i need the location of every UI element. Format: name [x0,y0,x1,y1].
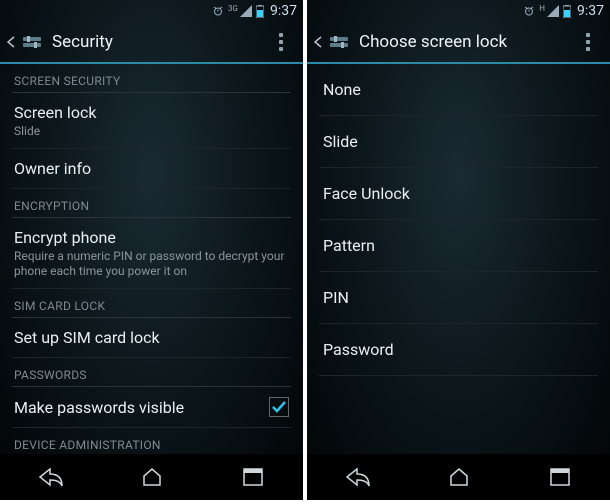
page-title: Choose screen lock [359,32,572,52]
settings-app-icon[interactable] [325,28,353,56]
lock-option-password[interactable]: Password [319,324,598,376]
item-title: Screen lock [14,103,289,122]
back-button[interactable] [328,459,388,495]
battery-icon [256,5,264,18]
signal-icon [547,5,559,17]
alarm-icon [523,5,535,17]
alarm-icon [212,5,224,17]
back-button[interactable] [21,459,81,495]
lock-option-slide[interactable]: Slide [319,116,598,168]
home-button[interactable] [122,459,182,495]
action-bar: Security [0,22,303,64]
navigation-bar [307,454,610,500]
sim-lock-item[interactable]: Set up SIM card lock [12,318,291,358]
item-title: Encrypt phone [14,228,289,247]
section-header: PASSWORDS [12,358,291,387]
status-bar: H 9:37 [307,0,610,22]
settings-app-icon[interactable] [18,28,46,56]
security-settings-screen: 3G 9:37 Security SCREEN SECURITY [0,0,303,500]
back-caret-icon[interactable] [313,37,323,47]
overflow-menu-button[interactable] [265,26,297,58]
clock: 9:37 [577,3,604,19]
section-header: SIM CARD LOCK [12,289,291,318]
clock: 9:37 [270,3,297,19]
item-title: Make passwords visible [14,398,269,417]
choose-lock-screen: H 9:37 Choose screen lock None Slide F [307,0,610,500]
back-caret-icon[interactable] [6,37,16,47]
passwords-visible-item[interactable]: Make passwords visible [12,387,291,428]
signal-icon [240,5,252,17]
passwords-visible-checkbox[interactable] [269,397,289,417]
status-bar: 3G 9:37 [0,0,303,22]
item-summary: Require a numeric PIN or password to dec… [14,249,289,278]
section-header: DEVICE ADMINISTRATION [12,428,291,454]
section-header: ENCRYPTION [12,189,291,218]
action-bar: Choose screen lock [307,22,610,64]
lock-option-pattern[interactable]: Pattern [319,220,598,272]
recents-button[interactable] [223,459,283,495]
page-title: Security [52,32,265,52]
owner-info-item[interactable]: Owner info [12,149,291,189]
item-title: Set up SIM card lock [14,328,289,347]
recents-button[interactable] [530,459,590,495]
lock-option-pin[interactable]: PIN [319,272,598,324]
home-button[interactable] [429,459,489,495]
screen-lock-item[interactable]: Screen lock Slide [12,93,291,149]
network-type: 3G [228,4,238,13]
encrypt-phone-item[interactable]: Encrypt phone Require a numeric PIN or p… [12,218,291,289]
network-type: H [539,4,545,13]
lock-option-face-unlock[interactable]: Face Unlock [319,168,598,220]
item-title: Owner info [14,159,289,178]
item-summary: Slide [14,124,289,138]
settings-list[interactable]: SCREEN SECURITY Screen lock Slide Owner … [0,64,303,454]
overflow-menu-button[interactable] [572,26,604,58]
lock-options-list[interactable]: None Slide Face Unlock Pattern PIN Passw… [307,64,610,454]
lock-option-none[interactable]: None [319,64,598,116]
navigation-bar [0,454,303,500]
section-header: SCREEN SECURITY [12,64,291,93]
battery-icon [563,5,571,18]
